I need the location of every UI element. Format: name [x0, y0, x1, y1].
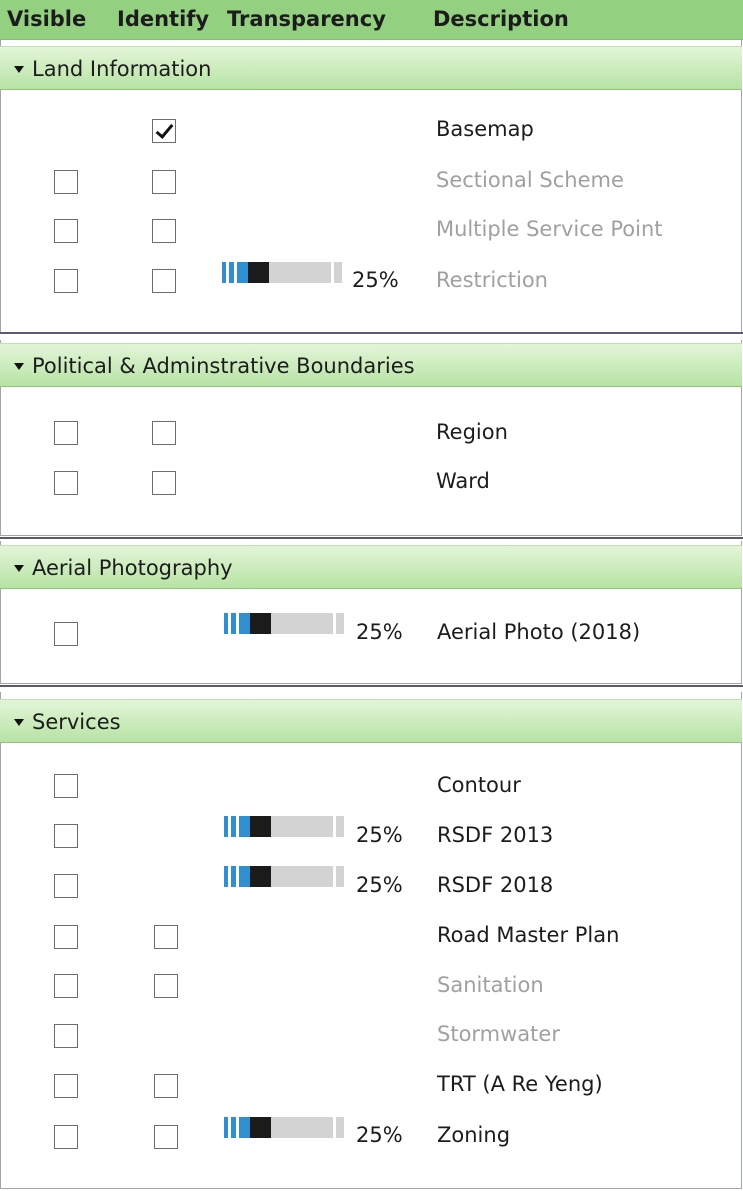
column-visible-header: Visible: [7, 7, 87, 31]
slider-stripe: [234, 262, 237, 283]
column-header-bar: Visible Identify Transparency Descriptio…: [0, 0, 743, 40]
visible-checkbox-rsdf-2018[interactable]: [54, 874, 78, 898]
slider-handle[interactable]: [248, 262, 269, 283]
transparency-value-rsdf-2013: 25%: [356, 823, 403, 847]
slider-track-stripe: [333, 866, 336, 887]
checkmark-icon: [155, 120, 174, 139]
slider-handle[interactable]: [250, 613, 271, 634]
visible-checkbox-sectional-scheme[interactable]: [54, 170, 78, 194]
visible-checkbox-region[interactable]: [54, 421, 78, 445]
identify-checkbox-ward[interactable]: [152, 471, 176, 495]
layer-name-multiple-service-point: Multiple Service Point: [436, 217, 663, 241]
column-transparency-header: Transparency: [227, 7, 386, 31]
slider-stripe: [228, 613, 231, 634]
caret-down-icon: [14, 66, 24, 73]
identify-checkbox-multiple-service-point[interactable]: [152, 219, 176, 243]
slider-track-stripe: [331, 262, 334, 283]
transparency-value-zoning: 25%: [356, 1123, 403, 1147]
slider-handle[interactable]: [250, 816, 271, 837]
slider-track-stripe: [333, 816, 336, 837]
layer-name-sanitation: Sanitation: [437, 973, 544, 997]
layer-name-aerial-photo: Aerial Photo (2018): [437, 620, 641, 644]
identify-checkbox-sanitation[interactable]: [154, 974, 178, 998]
slider-stripe: [228, 1117, 231, 1138]
group-title: Political & Adminstrative Boundaries: [32, 354, 415, 378]
slider-stripe: [226, 262, 229, 283]
identify-checkbox-region[interactable]: [152, 421, 176, 445]
layer-name-region: Region: [436, 420, 508, 444]
layer-name-basemap: Basemap: [436, 117, 534, 141]
group-title: Land Information: [32, 57, 212, 81]
slider-stripe: [236, 1117, 239, 1138]
identify-checkbox-basemap[interactable]: [152, 119, 176, 143]
identify-checkbox-trt[interactable]: [154, 1074, 178, 1098]
transparency-slider-aerial-photo[interactable]: [224, 613, 344, 634]
layer-name-sectional-scheme: Sectional Scheme: [436, 168, 624, 192]
visible-checkbox-trt[interactable]: [54, 1074, 78, 1098]
visible-checkbox-aerial-photo[interactable]: [54, 622, 78, 646]
group-title: Aerial Photography: [32, 556, 233, 580]
visible-checkbox-ward[interactable]: [54, 471, 78, 495]
transparency-slider-zoning[interactable]: [224, 1117, 344, 1138]
visible-checkbox-restriction[interactable]: [54, 269, 78, 293]
slider-stripe: [236, 866, 239, 887]
visible-checkbox-road-master-plan[interactable]: [54, 925, 78, 949]
group-panel-services: [0, 692, 742, 1189]
layer-name-contour: Contour: [437, 773, 521, 797]
identify-checkbox-road-master-plan[interactable]: [154, 925, 178, 949]
group-header-services[interactable]: Services: [0, 699, 742, 743]
visible-checkbox-sanitation[interactable]: [54, 974, 78, 998]
slider-track-stripe: [333, 613, 336, 634]
slider-stripe: [236, 816, 239, 837]
column-identify-header: Identify: [117, 7, 210, 31]
transparency-value-rsdf-2018: 25%: [356, 873, 403, 897]
transparency-value-aerial-photo: 25%: [356, 620, 403, 644]
group-title: Services: [32, 710, 121, 734]
slider-stripe: [228, 866, 231, 887]
transparency-value-restriction: 25%: [352, 268, 399, 292]
slider-handle[interactable]: [250, 866, 271, 887]
layer-name-rsdf-2013: RSDF 2013: [437, 823, 554, 847]
group-header-aerial-photography[interactable]: Aerial Photography: [0, 545, 742, 589]
layer-name-ward: Ward: [436, 469, 490, 493]
layer-name-zoning: Zoning: [437, 1123, 511, 1147]
layer-name-restriction: Restriction: [436, 268, 548, 292]
visible-checkbox-multiple-service-point[interactable]: [54, 219, 78, 243]
transparency-slider-restriction[interactable]: [222, 262, 342, 283]
transparency-slider-rsdf-2018[interactable]: [224, 866, 344, 887]
group-divider: [0, 537, 743, 539]
caret-down-icon: [14, 565, 24, 572]
visible-checkbox-zoning[interactable]: [54, 1125, 78, 1149]
slider-stripe: [228, 816, 231, 837]
caret-down-icon: [14, 719, 24, 726]
group-header-political-boundaries[interactable]: Political & Adminstrative Boundaries: [0, 343, 742, 387]
slider-handle[interactable]: [250, 1117, 271, 1138]
slider-stripe: [236, 613, 239, 634]
identify-checkbox-restriction[interactable]: [152, 269, 176, 293]
group-divider: [0, 685, 743, 687]
visible-checkbox-stormwater[interactable]: [54, 1024, 78, 1048]
visible-checkbox-contour[interactable]: [54, 774, 78, 798]
identify-checkbox-zoning[interactable]: [154, 1125, 178, 1149]
layer-name-rsdf-2018: RSDF 2018: [437, 873, 554, 897]
column-description-header: Description: [433, 7, 569, 31]
group-divider: [0, 332, 743, 334]
layer-name-trt: TRT (A Re Yeng): [437, 1072, 603, 1096]
transparency-slider-rsdf-2013[interactable]: [224, 816, 344, 837]
visible-checkbox-rsdf-2013[interactable]: [54, 824, 78, 848]
identify-checkbox-sectional-scheme[interactable]: [152, 170, 176, 194]
layer-name-road-master-plan: Road Master Plan: [437, 923, 620, 947]
layer-name-stormwater: Stormwater: [437, 1022, 560, 1046]
caret-down-icon: [14, 363, 24, 370]
slider-track-stripe: [333, 1117, 336, 1138]
group-header-land-information[interactable]: Land Information: [0, 46, 742, 90]
